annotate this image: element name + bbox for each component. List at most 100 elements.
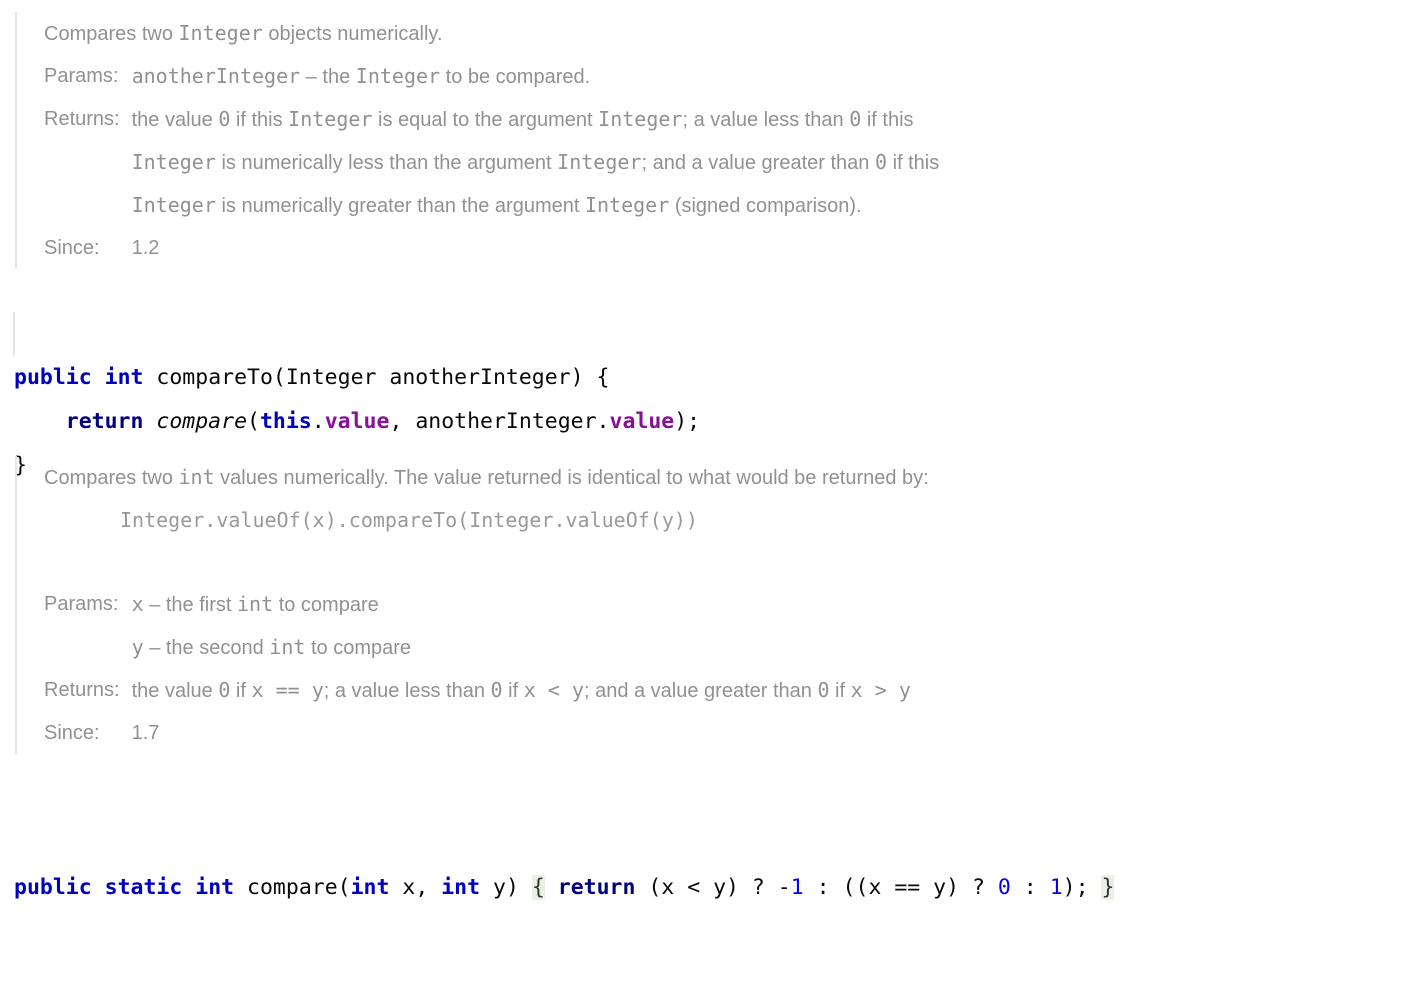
code-span: Integer xyxy=(584,193,670,217)
code-span: int xyxy=(269,635,306,659)
text-span: to compare xyxy=(273,594,379,616)
javadoc-tag-row: Since: 1.7 xyxy=(44,712,911,754)
code-span: 0 xyxy=(817,678,830,702)
code-token: this xyxy=(259,409,312,434)
text-span: ; and a value greater than xyxy=(583,680,818,702)
text-span: values numerically. The value returned i… xyxy=(214,467,929,489)
code-span: int xyxy=(237,592,274,616)
javadoc-tag-table: Params: anotherInteger – the Integer to b… xyxy=(44,55,939,269)
text-span: ; a value less than xyxy=(323,680,491,702)
text-span: – the xyxy=(300,66,356,88)
javadoc-tag-value: anotherInteger – the Integer to be compa… xyxy=(132,55,940,98)
code-token: 1 xyxy=(790,875,804,900)
javadoc-tag-line: the value 0 if x == y; a value less than… xyxy=(132,669,911,712)
code-token: compare( xyxy=(234,875,351,900)
javadoc-tag-line: anotherInteger – the Integer to be compa… xyxy=(132,55,940,98)
code-token: 1 xyxy=(1049,875,1063,900)
code-span: y xyxy=(571,678,584,702)
code-lines[interactable]: public static int compare(int x, int y) … xyxy=(14,866,1115,910)
text-span: Compares two xyxy=(44,23,179,45)
text-span: if this xyxy=(861,109,914,131)
code-span: Integer xyxy=(598,107,683,131)
text-span: is numerically greater than the argument xyxy=(215,195,585,217)
text-span: ; a value less than xyxy=(682,109,850,131)
text-span: if this xyxy=(230,109,289,131)
code-span: anotherInteger xyxy=(131,64,301,88)
javadoc-tag-line: x – the first int to compare xyxy=(132,583,911,626)
code-token: compare xyxy=(156,409,248,434)
code-token: . xyxy=(311,409,325,434)
javadoc-summary: Compares two Integer objects numerically… xyxy=(44,12,1360,55)
code-token: int xyxy=(350,875,390,900)
text-span: if xyxy=(230,680,252,702)
javadoc-tag-line: y – the second int to compare xyxy=(132,626,911,669)
text-span: Compares two xyxy=(44,467,179,489)
javadoc-tag-value: 1.2 xyxy=(132,227,940,269)
javadoc-tag-row: Params: x – the first int to compare y – t… xyxy=(44,583,911,669)
javadoc-tag-label: Since: xyxy=(44,722,100,744)
code-token: value xyxy=(609,409,675,434)
code-span: Integer xyxy=(355,64,441,88)
code-span: > xyxy=(874,678,899,702)
code-token: int xyxy=(441,875,481,900)
code-span: Integer xyxy=(131,150,216,174)
javadoc-tag-value: the value 0 if this Integer is equal to … xyxy=(132,98,940,227)
code-token: y) xyxy=(480,875,532,900)
code-line[interactable]: return compare(this.value, anotherIntege… xyxy=(14,400,700,444)
text-span: if xyxy=(829,680,851,702)
javadoc-summary: Compares two int values numerically. The… xyxy=(44,456,1360,499)
code-token: : xyxy=(1010,875,1050,900)
javadoc-tag-label: Returns: xyxy=(44,679,120,701)
text-span: to be compared. xyxy=(440,66,591,88)
code-token: int xyxy=(195,875,235,900)
javadoc-tag-row: Returns: the value 0 if x == y; a value l… xyxy=(44,669,911,712)
javadoc-tag-row: Returns: the value 0 if this Integer is e… xyxy=(44,98,939,227)
code-token: public xyxy=(14,875,92,900)
code-token: : ((x == y) ? xyxy=(803,875,998,900)
text-span: if this xyxy=(887,152,940,174)
text-span: ; and a value greater than xyxy=(641,152,875,174)
code-span: 0 xyxy=(218,678,231,702)
code-line[interactable]: public int compareTo(Integer anotherInte… xyxy=(14,356,700,400)
text-span: if xyxy=(502,680,524,702)
javadoc-tag-table: Params: x – the first int to compare y – t… xyxy=(44,583,911,754)
javadoc-tag-row: Params: anotherInteger – the Integer to b… xyxy=(44,55,939,98)
code-token: public xyxy=(14,365,92,390)
javadoc-tag-line: Integer is numerically less than the arg… xyxy=(132,141,940,184)
method-source-compare[interactable]: public static int compare(int x, int y) … xyxy=(14,778,1115,998)
code-token: return xyxy=(557,875,636,900)
code-span: x xyxy=(131,592,144,616)
code-span: 0 xyxy=(874,150,888,174)
text-span: 1.7 xyxy=(131,722,160,744)
code-span: x xyxy=(251,678,276,702)
code-token: value xyxy=(324,409,390,434)
code-token: static xyxy=(104,875,183,900)
javadoc-tag-label: Since: xyxy=(44,237,100,259)
code-token: ); xyxy=(1062,875,1102,900)
code-token: ); xyxy=(674,409,701,434)
text-span: the value xyxy=(131,109,219,131)
javadoc-tag-line: the value 0 if this Integer is equal to … xyxy=(132,98,940,141)
code-line[interactable]: public static int compare(int x, int y) … xyxy=(14,866,1115,910)
text-span: the value xyxy=(131,680,219,702)
code-token: x, xyxy=(389,875,442,900)
code-editor[interactable]: Compares two Integer objects numerically… xyxy=(0,0,1404,900)
text-span: – the second xyxy=(143,637,270,659)
code-span: x xyxy=(850,678,875,702)
text-span: is equal to the argument xyxy=(372,109,599,131)
javadoc-tag-value: 1.7 xyxy=(132,712,911,754)
javadoc-tag-value: the value 0 if x == y; a value less than… xyxy=(132,669,911,712)
javadoc-tag-value: x – the first int to compare y – the seco… xyxy=(132,583,911,669)
javadoc-tag-label: Params: xyxy=(44,593,119,615)
code-token: int xyxy=(104,365,144,390)
javadoc-tag-line: 1.2 xyxy=(132,227,940,269)
code-span: 0 xyxy=(218,107,231,131)
code-token: return xyxy=(65,409,144,434)
code-span: int xyxy=(178,465,215,489)
javadoc-block-compareTo: Compares two Integer objects numerically… xyxy=(0,12,1360,269)
